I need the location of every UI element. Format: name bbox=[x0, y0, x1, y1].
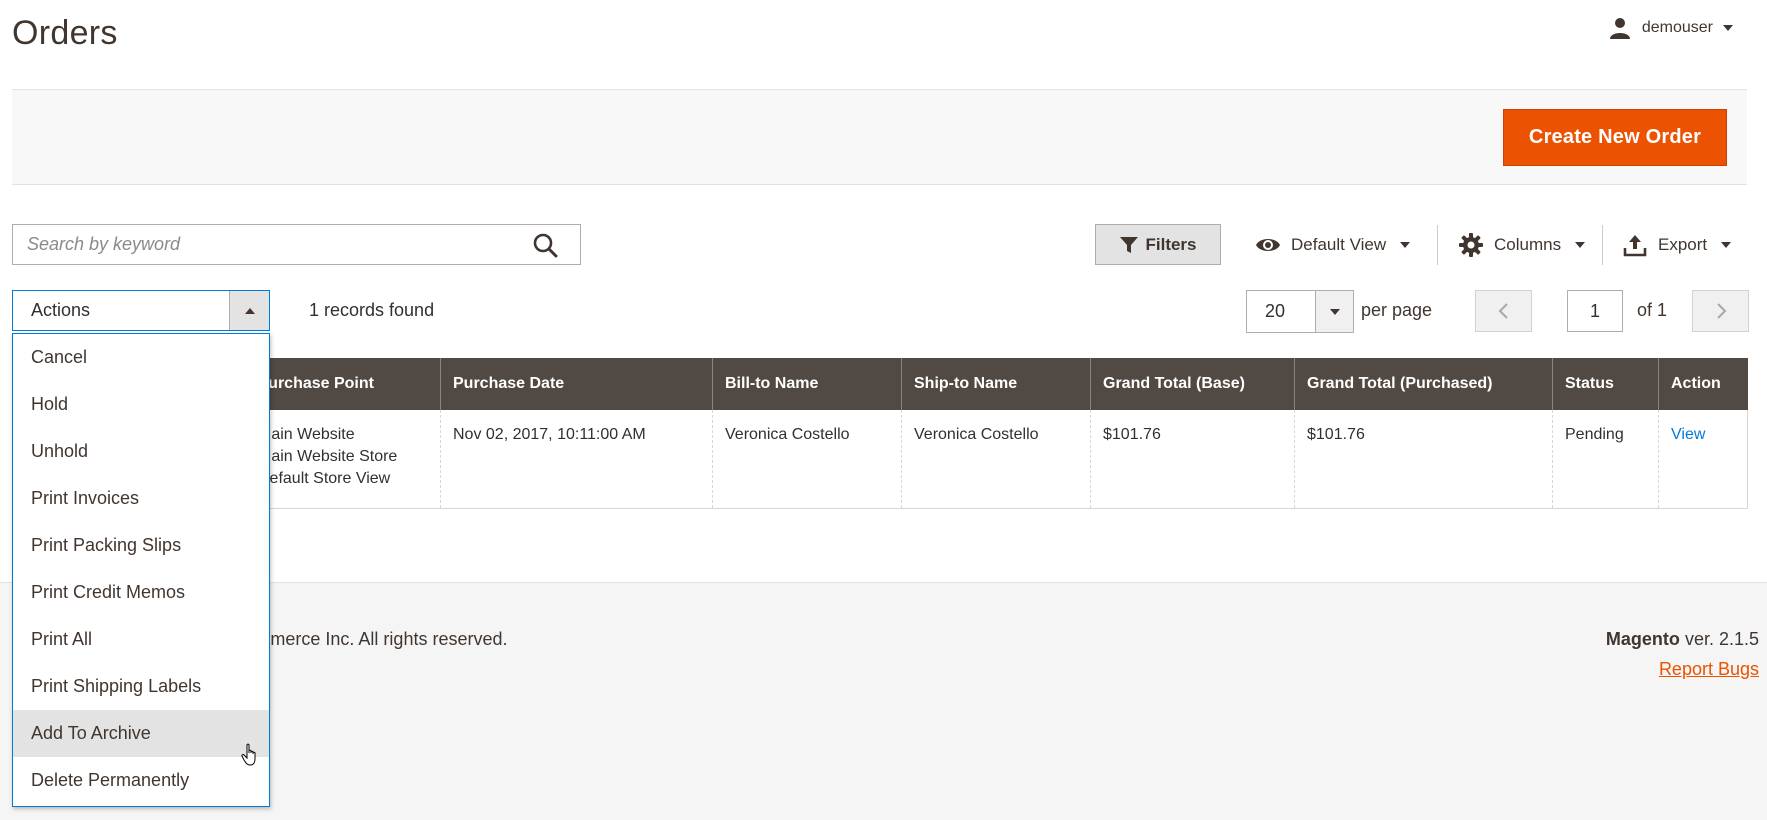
table-row[interactable]: Main Website Main Website Store Default … bbox=[12, 410, 1748, 509]
brand-name: Magento bbox=[1605, 629, 1680, 649]
default-view-dropdown[interactable]: Default View bbox=[1255, 229, 1411, 261]
chevron-up-icon bbox=[244, 307, 255, 314]
search-icon[interactable] bbox=[532, 232, 558, 258]
chevron-down-icon bbox=[1721, 242, 1732, 248]
page-title: Orders bbox=[12, 14, 118, 52]
report-bugs-link[interactable]: Report Bugs bbox=[1659, 659, 1759, 680]
funnel-icon bbox=[1120, 236, 1139, 253]
chevron-down-icon bbox=[1723, 25, 1733, 31]
export-label: Export bbox=[1658, 235, 1708, 254]
gear-icon bbox=[1459, 233, 1483, 257]
mass-actions-value: Actions bbox=[31, 300, 91, 320]
action-delete-permanently[interactable]: Delete Permanently bbox=[13, 757, 269, 804]
action-print-all[interactable]: Print All bbox=[13, 616, 269, 663]
column-header[interactable]: Purchase Date bbox=[440, 358, 713, 410]
purchase-point-line: Default Store View bbox=[258, 470, 391, 487]
column-header[interactable]: Status bbox=[1552, 358, 1659, 410]
search-box bbox=[12, 224, 581, 265]
ship-to-name-cell: Veronica Costello bbox=[901, 410, 1091, 509]
action-print-invoices[interactable]: Print Invoices bbox=[13, 475, 269, 522]
purchase-point-line: Main Website Store bbox=[258, 448, 398, 465]
page-total: of 1 bbox=[1637, 300, 1668, 320]
action-add-to-archive[interactable]: Add To Archive bbox=[13, 710, 269, 757]
view-order-link[interactable]: View bbox=[1671, 426, 1705, 443]
action-print-shipping-labels[interactable]: Print Shipping Labels bbox=[13, 663, 269, 710]
user-icon bbox=[1609, 18, 1630, 39]
current-page-input[interactable] bbox=[1567, 290, 1623, 332]
grand-total-base-cell: $101.76 bbox=[1090, 410, 1295, 509]
chevron-right-icon bbox=[1716, 303, 1726, 319]
chevron-down-icon bbox=[1329, 308, 1340, 315]
toolbar-divider bbox=[1602, 225, 1603, 265]
create-new-order-button[interactable]: Create New Order bbox=[1503, 109, 1727, 166]
action-print-packing-slips[interactable]: Print Packing Slips bbox=[13, 522, 269, 569]
action-cell: View bbox=[1658, 410, 1748, 509]
columns-dropdown[interactable]: Columns bbox=[1458, 229, 1586, 261]
per-page-value: 20 bbox=[1265, 301, 1286, 321]
filters-button[interactable]: Filters bbox=[1095, 224, 1221, 265]
per-page-select[interactable]: 20 bbox=[1246, 290, 1354, 333]
per-page-label: per page bbox=[1361, 300, 1433, 320]
columns-label: Columns bbox=[1494, 235, 1562, 254]
purchase-point-line: Main Website bbox=[258, 426, 355, 443]
filters-label: Filters bbox=[1145, 234, 1197, 254]
purchase-date-cell: Nov 02, 2017, 10:11:00 AM bbox=[440, 410, 713, 509]
user-menu[interactable]: demouser bbox=[1608, 16, 1733, 40]
grid-header-row: Purchase Point Purchase Date Bill-to Nam… bbox=[12, 358, 1748, 410]
chevron-down-icon bbox=[1400, 242, 1411, 248]
records-found: 1 records found bbox=[309, 300, 435, 320]
next-page-button[interactable] bbox=[1692, 290, 1749, 332]
version-number: ver. 2.1.5 bbox=[1684, 629, 1759, 649]
mass-actions-dropdown: Cancel Hold Unhold Print Invoices Print … bbox=[12, 333, 270, 807]
magento-version: Magento ver. 2.1.5 bbox=[1606, 629, 1759, 650]
column-header[interactable]: Bill-to Name bbox=[712, 358, 902, 410]
upload-icon bbox=[1623, 235, 1647, 257]
hand-cursor-icon bbox=[241, 743, 256, 766]
column-header[interactable]: Grand Total (Base) bbox=[1090, 358, 1295, 410]
column-header: Action bbox=[1658, 358, 1748, 410]
action-hold[interactable]: Hold bbox=[13, 381, 269, 428]
search-input[interactable] bbox=[27, 234, 527, 255]
mass-actions-select[interactable]: Actions bbox=[12, 290, 270, 331]
export-dropdown[interactable]: Export bbox=[1622, 229, 1732, 261]
column-header[interactable]: Ship-to Name bbox=[901, 358, 1091, 410]
grand-total-purchased-cell: $101.76 bbox=[1294, 410, 1553, 509]
previous-page-button[interactable] bbox=[1475, 290, 1532, 332]
action-unhold[interactable]: Unhold bbox=[13, 428, 269, 475]
page-actions-bar: Create New Order bbox=[12, 89, 1747, 185]
chevron-left-icon bbox=[1498, 303, 1508, 319]
user-name: demouser bbox=[1641, 19, 1713, 36]
action-print-credit-memos[interactable]: Print Credit Memos bbox=[13, 569, 269, 616]
eye-icon bbox=[1256, 239, 1280, 251]
default-view-label: Default View bbox=[1291, 235, 1387, 254]
column-header[interactable]: Grand Total (Purchased) bbox=[1294, 358, 1553, 410]
toolbar-divider bbox=[1437, 225, 1438, 265]
chevron-down-icon bbox=[1575, 242, 1586, 248]
action-cancel[interactable]: Cancel bbox=[13, 334, 269, 381]
orders-grid: Purchase Point Purchase Date Bill-to Nam… bbox=[12, 358, 1748, 509]
bill-to-name-cell: Veronica Costello bbox=[712, 410, 902, 509]
mass-actions-toggle[interactable] bbox=[229, 291, 269, 330]
status-cell: Pending bbox=[1552, 410, 1659, 509]
per-page-toggle[interactable] bbox=[1315, 291, 1353, 332]
